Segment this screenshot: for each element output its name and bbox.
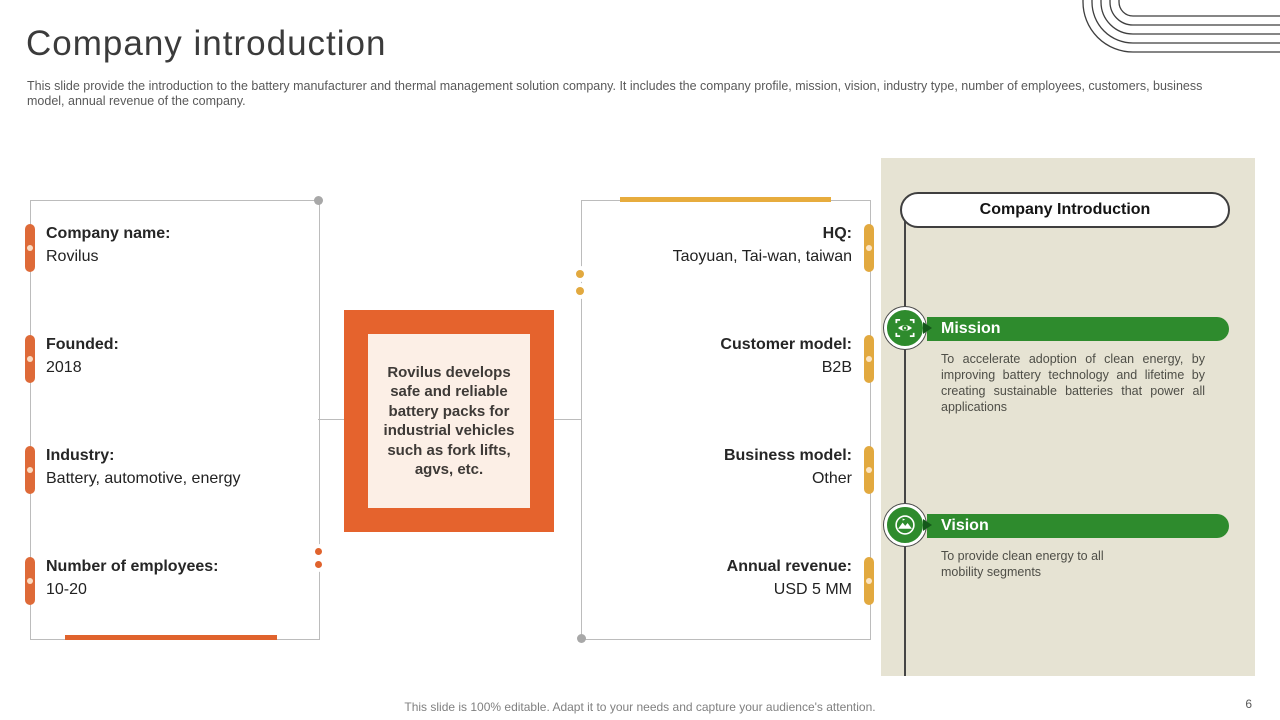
connector-dot [576,287,584,295]
mountain-flag-icon [895,515,915,535]
mission-circle [884,307,926,349]
vision-text: To provide clean energy to all mobility … [941,549,1104,579]
fact-row: Founded: 2018 [46,333,306,379]
vision-banner: Vision [927,514,1229,538]
footer-note: This slide is 100% editable. Adapt it to… [404,700,876,714]
vision-title: Vision [941,517,989,534]
fact-marker [25,224,35,272]
sidebar-header-pill: Company Introduction [900,192,1230,228]
fact-label: Number of employees: [46,558,219,575]
fact-marker [864,557,874,605]
fact-row: Customer model: B2B [592,333,852,379]
connector-dot [576,270,584,278]
fact-label: Company name: [46,225,171,242]
gold-accent-bar [620,197,831,202]
connector-dot [577,634,586,643]
fact-row: Business model: Other [592,444,852,490]
fact-label: Annual revenue: [726,558,852,575]
callout-text: Rovilus develops safe and reliable batte… [383,363,515,479]
fact-label: Founded: [46,336,119,353]
mission-banner: Mission [927,317,1229,341]
mission-title: Mission [941,320,1001,337]
orange-accent-bar [65,635,277,640]
fact-row: Company name: Rovilus [46,222,306,268]
connector-dot [314,196,323,205]
fact-label: Business model: [723,447,852,464]
fact-value: Taoyuan, Tai-wan, taiwan [672,248,852,265]
fact-value: 2018 [46,359,82,376]
fact-value: 10-20 [46,581,87,598]
connector-dot [315,561,322,568]
fact-value: Rovilus [46,248,99,265]
banner-arrow [923,322,932,334]
center-callout-box: Rovilus develops safe and reliable batte… [344,310,554,532]
fact-value: B2B [821,359,852,376]
fact-row: Annual revenue: USD 5 MM [592,555,852,601]
timeline-line [904,210,906,676]
vision-circle [884,504,926,546]
fact-row: Number of employees: 10-20 [46,555,306,601]
connector-line [554,419,581,420]
page-number: 6 [1245,697,1252,711]
fact-label: Customer model: [720,336,852,353]
sidebar-panel [881,158,1255,676]
fact-value: USD 5 MM [773,581,852,598]
page-subtitle: This slide provide the introduction to t… [27,79,1203,108]
fact-label: Industry: [46,447,115,464]
page-title: Company introduction [26,24,387,63]
fact-marker [864,446,874,494]
corner-arcs-decoration [1082,0,1280,53]
connector-line [318,419,344,420]
fact-value: Other [811,470,852,487]
eye-focus-icon [895,319,915,337]
connector-dot [315,548,322,555]
fact-marker [25,335,35,383]
fact-label: HQ: [822,225,852,242]
fact-marker [25,557,35,605]
slide: Company introduction This slide provide … [0,0,1280,720]
fact-marker [25,446,35,494]
fact-marker [864,224,874,272]
callout-inner: Rovilus develops safe and reliable batte… [368,334,530,508]
mission-text: To accelerate adoption of clean energy, … [941,352,1205,414]
fact-row: HQ: Taoyuan, Tai-wan, taiwan [592,222,852,268]
fact-value: Battery, automotive, energy [46,470,241,487]
fact-marker [864,335,874,383]
banner-arrow [923,519,932,531]
fact-row: Industry: Battery, automotive, energy [46,444,306,490]
